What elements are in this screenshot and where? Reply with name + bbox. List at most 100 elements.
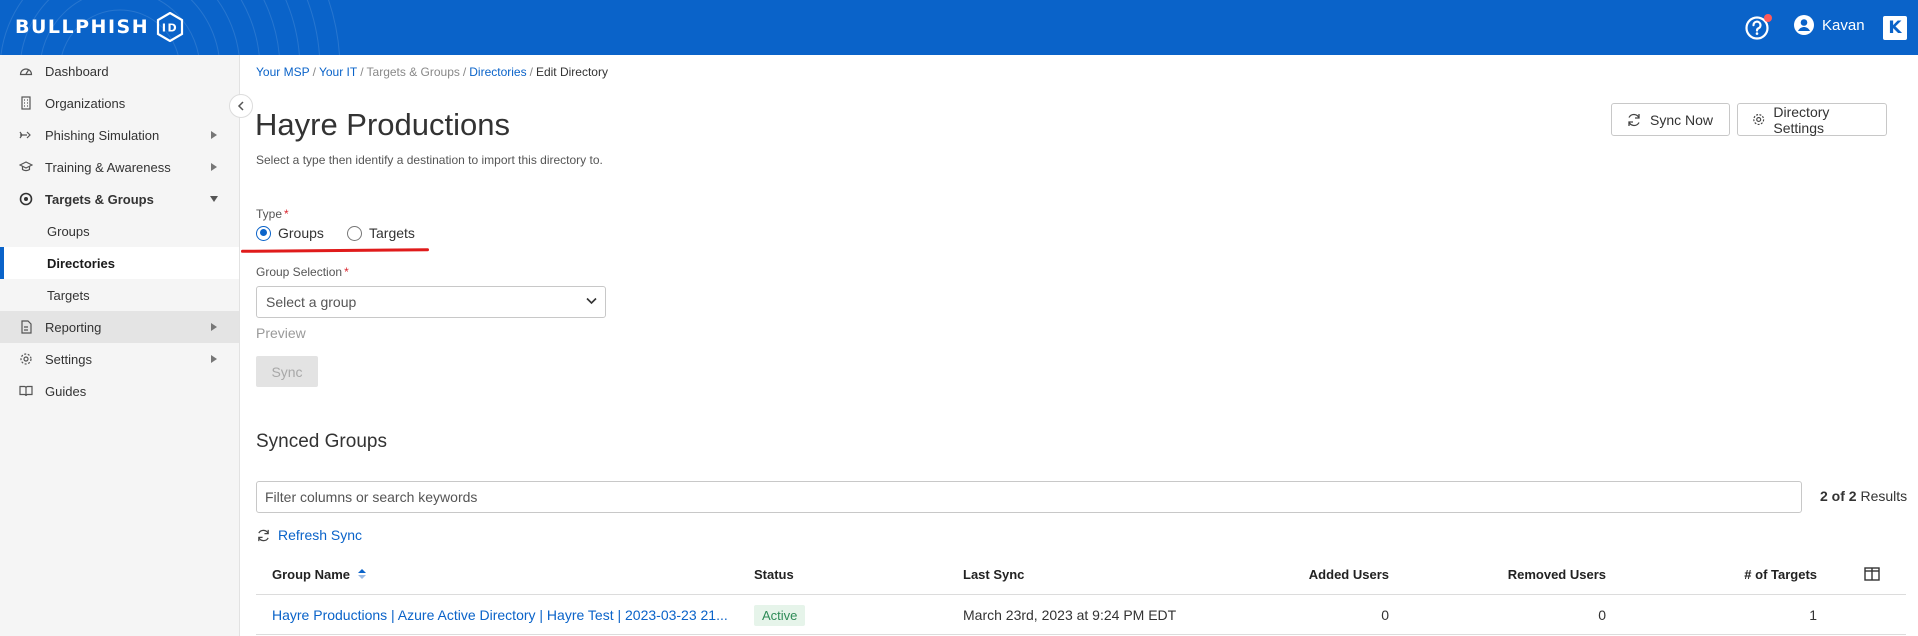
sidebar-item-label: Guides bbox=[45, 383, 87, 399]
sidebar-item-training-awareness[interactable]: Training & Awareness bbox=[0, 151, 239, 183]
column-header-group-name[interactable]: Group Name bbox=[272, 553, 367, 595]
sync-now-label: Sync Now bbox=[1650, 111, 1714, 128]
annotation-underline bbox=[240, 248, 430, 253]
sidebar-item-targets-groups[interactable]: Targets & Groups bbox=[0, 183, 239, 215]
refresh-icon bbox=[1628, 113, 1640, 126]
caret-right-icon bbox=[211, 355, 217, 363]
group-selection-label: Group Selection * bbox=[256, 265, 349, 279]
help-button[interactable] bbox=[1744, 14, 1772, 42]
breadcrumb-targets-groups: Targets & Groups bbox=[366, 65, 460, 79]
filter-search-input[interactable] bbox=[256, 481, 1802, 513]
sidebar-item-guides[interactable]: Guides bbox=[0, 375, 239, 407]
book-icon bbox=[19, 385, 33, 397]
results-count-value: 2 of 2 bbox=[1820, 488, 1857, 504]
sync-now-button[interactable]: Sync Now bbox=[1611, 103, 1730, 136]
sort-icon bbox=[358, 569, 367, 579]
gear-icon bbox=[20, 353, 32, 365]
graduation-cap-icon bbox=[19, 161, 33, 172]
sidebar-item-directories[interactable]: Directories bbox=[0, 247, 239, 279]
sidebar-item-targets[interactable]: Targets bbox=[0, 279, 239, 311]
user-name: Kavan bbox=[1822, 16, 1865, 34]
document-icon bbox=[21, 320, 32, 334]
collapse-sidebar-button[interactable] bbox=[229, 94, 253, 118]
breadcrumb-edit-directory: Edit Directory bbox=[535, 65, 608, 79]
breadcrumb: Your MSP / Your IT / Targets & Groups / Direct… bbox=[256, 65, 608, 79]
directory-settings-button[interactable]: Directory Settings bbox=[1737, 103, 1887, 136]
caret-down-icon bbox=[210, 196, 218, 202]
page-subtitle: Select a type then identify a destinatio… bbox=[256, 153, 603, 167]
targets-count-cell: 1 bbox=[1809, 607, 1817, 623]
columns-icon bbox=[1864, 567, 1880, 581]
breadcrumb-your-msp[interactable]: Your MSP bbox=[256, 65, 310, 79]
column-header-added-users[interactable]: Added Users bbox=[1256, 553, 1389, 595]
chevron-left-icon bbox=[237, 101, 244, 111]
sidebar-item-settings[interactable]: Settings bbox=[0, 343, 239, 375]
caret-right-icon bbox=[211, 163, 217, 171]
column-header-targets[interactable]: # of Targets bbox=[1706, 553, 1817, 595]
refresh-sync-label: Refresh Sync bbox=[278, 527, 363, 543]
sidebar-item-label: Phishing Simulation bbox=[45, 127, 160, 143]
page-title: Hayre Productions bbox=[255, 107, 511, 142]
radio-unchecked-icon[interactable] bbox=[347, 225, 362, 241]
radio-groups[interactable]: Groups bbox=[256, 225, 324, 241]
user-menu[interactable]: Kavan bbox=[1794, 15, 1865, 35]
results-count: 2 of 2 Results bbox=[1820, 488, 1907, 504]
sidebar: Dashboard Organizations Phishing Simulat… bbox=[0, 55, 240, 636]
id-badge-icon: ID bbox=[157, 12, 184, 42]
synced-groups-title: Synced Groups bbox=[256, 431, 387, 452]
preview-label: Preview bbox=[256, 325, 306, 341]
sidebar-item-label: Groups bbox=[47, 223, 90, 239]
table-row: Hayre Productions | Azure Active Directo… bbox=[256, 595, 1906, 635]
kaseya-brand-mark[interactable]: K bbox=[1883, 16, 1907, 40]
sidebar-item-label: Dashboard bbox=[45, 63, 109, 79]
column-chooser-button[interactable] bbox=[1864, 553, 1880, 595]
building-icon bbox=[21, 96, 31, 110]
sidebar-item-label: Organizations bbox=[45, 95, 126, 111]
required-marker: * bbox=[284, 207, 289, 221]
breadcrumb-your-it[interactable]: Your IT bbox=[319, 65, 357, 79]
table-header: Group Name Status Last Sync Added Users … bbox=[256, 553, 1906, 595]
refresh-icon bbox=[258, 529, 269, 541]
top-bar: BULLPHISH ID Kavan K bbox=[0, 0, 1918, 55]
radio-checked-icon[interactable] bbox=[256, 225, 271, 241]
column-header-last-sync[interactable]: Last Sync bbox=[963, 553, 1024, 595]
caret-right-icon bbox=[211, 131, 217, 139]
directory-settings-label: Directory Settings bbox=[1773, 103, 1830, 136]
sidebar-item-label: Targets bbox=[47, 287, 90, 303]
target-icon bbox=[19, 192, 33, 206]
sidebar-item-label: Training & Awareness bbox=[45, 159, 171, 175]
caret-right-icon bbox=[211, 323, 217, 331]
logo-text: BULLPHISH bbox=[15, 16, 150, 38]
sidebar-item-reporting[interactable]: Reporting bbox=[0, 311, 239, 343]
sidebar-item-label: Targets & Groups bbox=[45, 191, 154, 207]
type-label: Type * bbox=[256, 207, 289, 221]
removed-users-cell: 0 bbox=[1598, 607, 1606, 623]
hook-icon bbox=[19, 131, 31, 139]
brand-mark-letter: K bbox=[1888, 18, 1902, 38]
group-select-value: Select a group bbox=[266, 294, 357, 310]
radio-targets[interactable]: Targets bbox=[347, 225, 415, 241]
notification-dot bbox=[1764, 14, 1772, 22]
sidebar-item-phishing-simulation[interactable]: Phishing Simulation bbox=[0, 119, 239, 151]
gear-icon bbox=[1753, 114, 1765, 125]
added-users-cell: 0 bbox=[1381, 607, 1389, 623]
group-name-link[interactable]: Hayre Productions | Azure Active Directo… bbox=[272, 595, 728, 635]
breadcrumb-directories[interactable]: Directories bbox=[469, 65, 526, 79]
last-sync-cell: March 23rd, 2023 at 9:24 PM EDT bbox=[963, 607, 1177, 623]
sidebar-item-dashboard[interactable]: Dashboard bbox=[0, 55, 239, 87]
speedometer-icon bbox=[19, 68, 33, 76]
status-cell: Active bbox=[754, 595, 806, 635]
column-header-removed-users[interactable]: Removed Users bbox=[1456, 553, 1606, 595]
sidebar-item-groups[interactable]: Groups bbox=[0, 215, 239, 247]
refresh-sync-link[interactable]: Refresh Sync bbox=[256, 527, 362, 543]
column-header-status[interactable]: Status bbox=[754, 553, 794, 595]
sidebar-item-label: Settings bbox=[45, 351, 92, 367]
sidebar-item-organizations[interactable]: Organizations bbox=[0, 87, 239, 119]
results-count-label: Results bbox=[1860, 488, 1908, 504]
sidebar-item-label: Directories bbox=[47, 255, 115, 271]
radio-groups-label: Groups bbox=[278, 225, 324, 241]
sync-button[interactable]: Sync bbox=[256, 356, 318, 387]
group-select[interactable]: Select a group bbox=[256, 286, 606, 318]
required-marker: * bbox=[344, 265, 349, 279]
bullphish-logo[interactable]: BULLPHISH ID bbox=[15, 12, 185, 42]
